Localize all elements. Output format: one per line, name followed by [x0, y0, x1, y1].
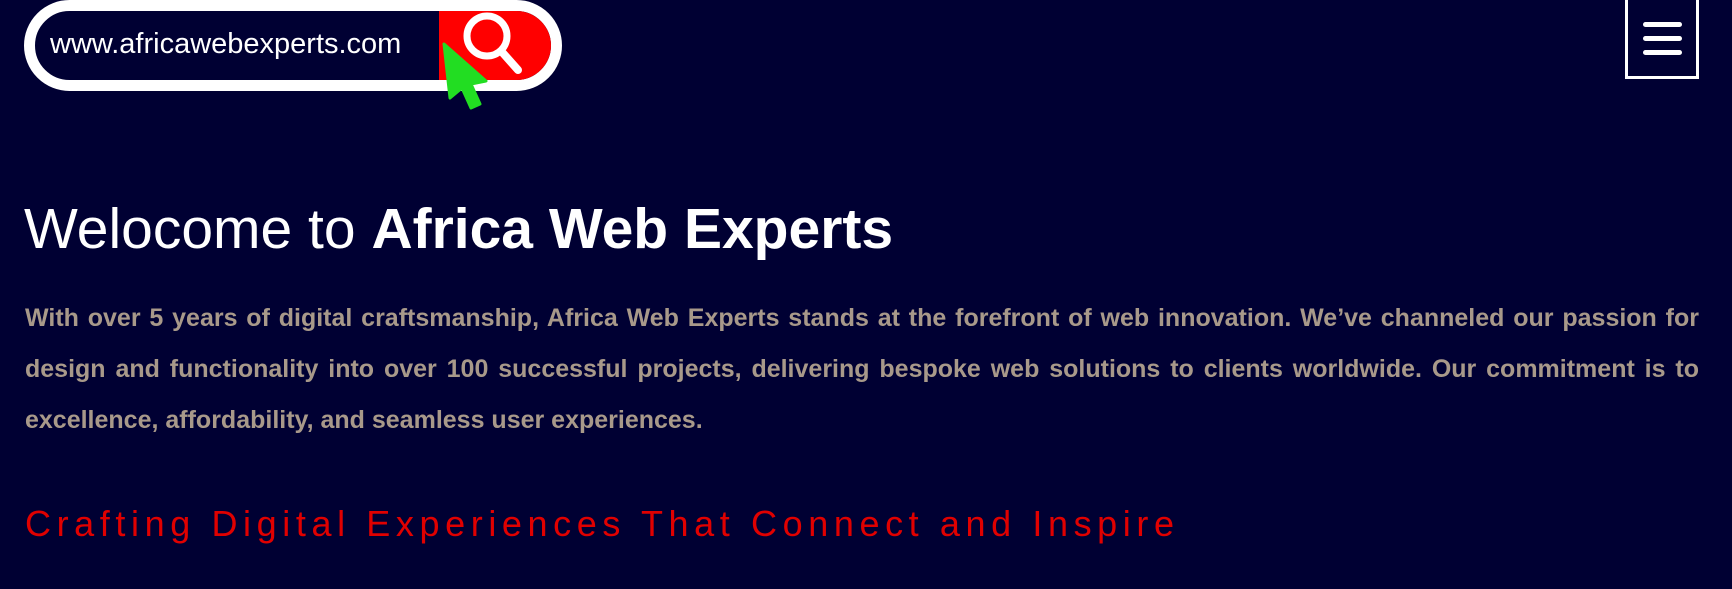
intro-paragraph: With over 5 years of digital craftsmansh…: [25, 304, 1699, 434]
hamburger-menu-icon: [1643, 22, 1682, 27]
page-title-prefix: Welocome to: [24, 197, 372, 261]
hamburger-menu-button[interactable]: [1625, 0, 1699, 79]
tagline: Crafting Digital Experiences That Connec…: [25, 503, 1180, 544]
page-title-brand: Africa Web Experts: [371, 197, 894, 261]
page-title: Welocome to Africa Web Experts: [24, 198, 893, 261]
hamburger-menu-icon-line: [1643, 50, 1682, 55]
cursor-icon: [442, 42, 488, 110]
search-url-text[interactable]: www.africawebexperts.com: [50, 28, 401, 61]
hamburger-menu-icon-line: [1643, 36, 1682, 41]
